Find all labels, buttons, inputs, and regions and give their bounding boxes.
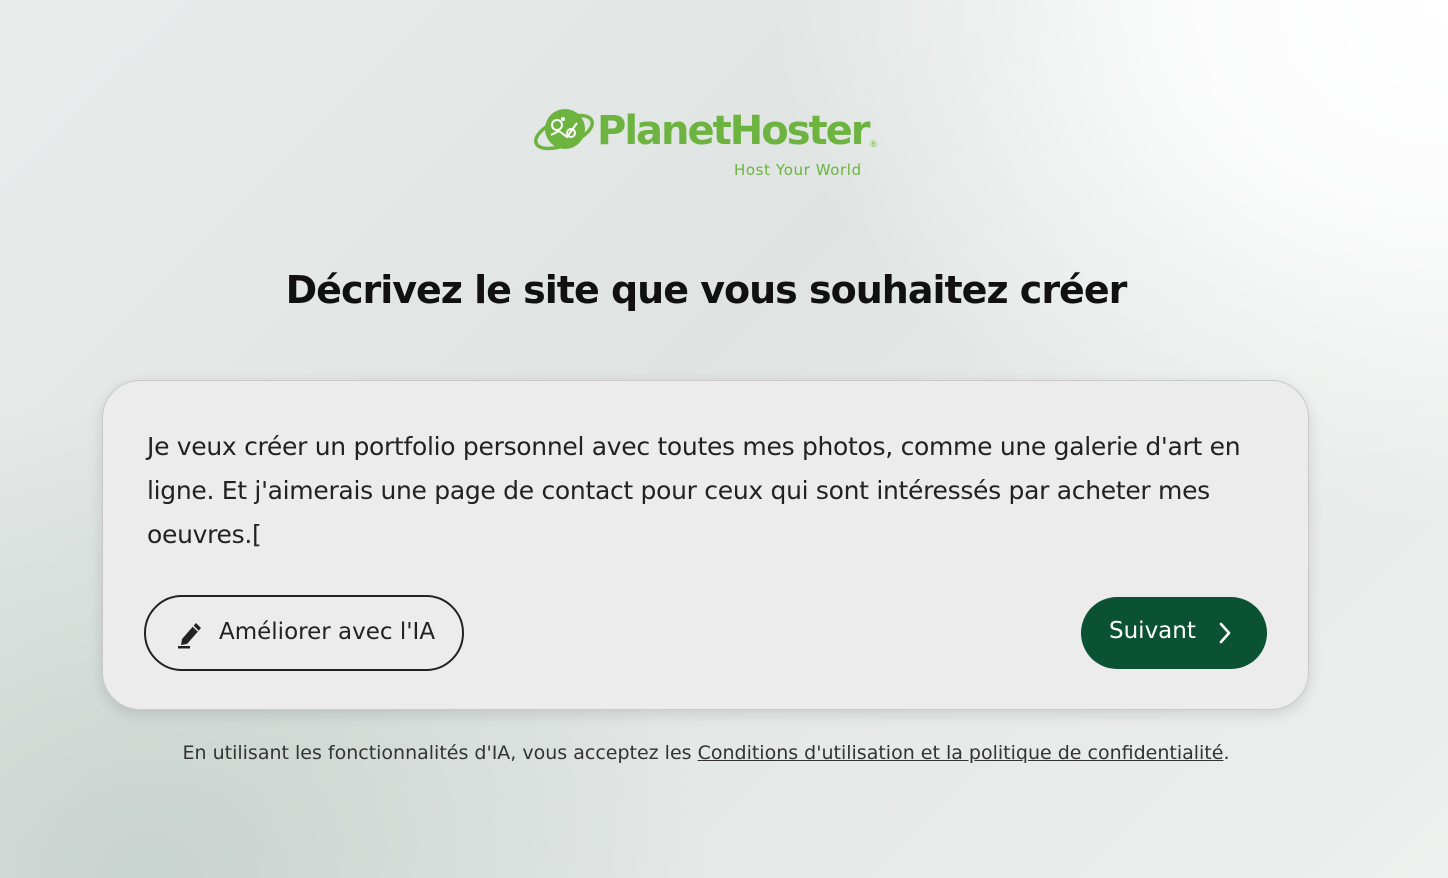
brand-logo: PlanetHoster ® Host Your World — [533, 103, 883, 183]
next-button[interactable]: Suivant — [1081, 597, 1267, 669]
registered-mark: ® — [870, 139, 877, 149]
next-label: Suivant — [1109, 618, 1196, 644]
pencil-icon — [178, 623, 201, 649]
brand-tagline: Host Your World — [734, 161, 862, 179]
brand-name: PlanetHoster — [597, 108, 870, 154]
improve-with-ai-button[interactable]: Améliorer avec l'IA — [144, 595, 464, 671]
planet-logo-icon — [534, 109, 594, 151]
disclaimer-prefix: En utilisant les fonctionnalités d'IA, v… — [182, 742, 698, 764]
ai-terms-disclaimer: En utilisant les fonctionnalités d'IA, v… — [0, 742, 1412, 764]
page-title: Décrivez le site que vous souhaitez crée… — [285, 268, 1128, 312]
improve-with-ai-label: Améliorer avec l'IA — [219, 619, 436, 645]
prompt-card: Je veux créer un portfolio personnel ave… — [102, 380, 1309, 710]
disclaimer-suffix: . — [1223, 742, 1230, 764]
terms-link[interactable]: Conditions d'utilisation et la politique… — [698, 742, 1224, 764]
chevron-right-icon — [1219, 622, 1231, 644]
site-description-input[interactable]: Je veux créer un portfolio personnel ave… — [147, 425, 1277, 557]
